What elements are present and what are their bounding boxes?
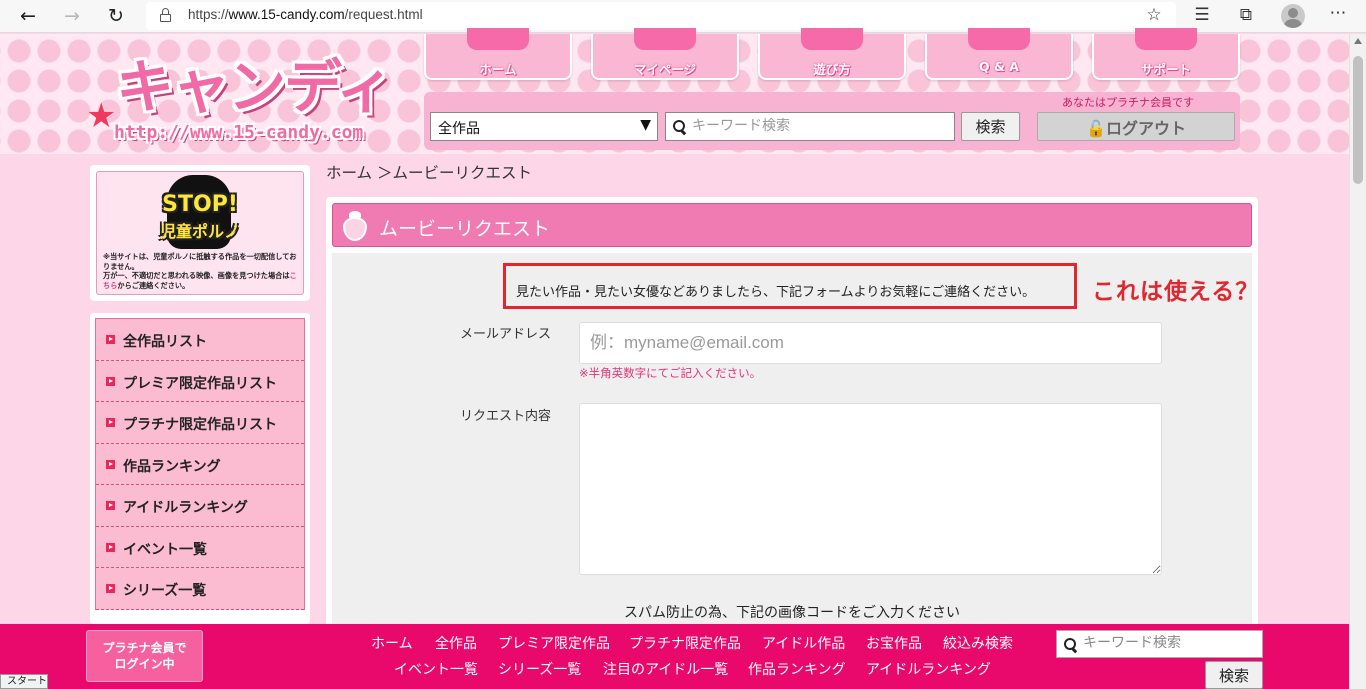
stop-banner-text: ※当サイトは、児童ポルノに抵触する作品を一切配信しておりません。 万が一、不適切…	[103, 252, 297, 290]
spam-note: スパム防止の為、下記の画像コードをご入力ください	[624, 605, 960, 621]
lock-icon[interactable]	[160, 8, 171, 22]
breadcrumb[interactable]: ホーム ＞ムービーリクエスト	[326, 161, 532, 183]
request-label: リクエスト内容	[460, 409, 552, 424]
home-icon	[467, 28, 529, 50]
login-status-badge[interactable]: プラチナ会員で ログイン中	[86, 630, 203, 682]
search-icon	[1064, 638, 1078, 652]
footer-link-all[interactable]: 全作品	[435, 633, 477, 653]
stop-banner[interactable]: STOP! 児童ポルノ ※当サイトは、児童ポルノに抵触する作品を一切配信しており…	[90, 165, 310, 301]
request-panel: ムービーリクエスト 見たい作品・見たい女優などありましたら、下記フォームよりお気…	[326, 197, 1258, 627]
search-icon	[673, 120, 687, 134]
search-button[interactable]: 検索	[961, 112, 1020, 141]
footer-link-premium[interactable]: プレミア限定作品	[498, 633, 610, 653]
footer-link-featured-idols[interactable]: 注目のアイドル一覧	[603, 659, 728, 679]
footer-link-idol-ranking[interactable]: アイドルランキング	[866, 659, 991, 679]
page-title-bar: ムービーリクエスト	[332, 203, 1252, 247]
collections-icon[interactable]: ⧉	[1233, 5, 1259, 25]
scroll-thumb[interactable]	[1353, 56, 1363, 184]
logout-button[interactable]: 🔓ログアウト	[1037, 112, 1235, 141]
footer-link-work-ranking[interactable]: 作品ランキング	[748, 659, 846, 679]
bullet-arrow-icon	[106, 584, 115, 593]
support-icon	[1135, 28, 1197, 50]
nav-howto[interactable]: 遊び方	[758, 28, 906, 80]
address-bar[interactable]: https://www.15-candy.com/request.html	[146, 2, 1176, 30]
footer-link-treasure[interactable]: お宝作品	[866, 633, 922, 653]
footer-link-series[interactable]: シリーズ一覧	[498, 659, 581, 679]
nav-mypage[interactable]: マイページ	[591, 28, 739, 80]
more-icon[interactable]: ⋯	[1325, 3, 1351, 23]
footer-search-input[interactable]	[1083, 631, 1258, 655]
star-icon: ★	[86, 96, 117, 136]
intro-text: 見たい作品・見たい女優などありましたら、下記フォームよりお気軽にご連絡ください。	[516, 285, 1036, 300]
url-text: https://www.15-candy.com/request.html	[188, 7, 423, 22]
start-button[interactable]: スタート	[0, 674, 48, 689]
nav-support[interactable]: サポート	[1092, 28, 1240, 80]
howto-icon	[801, 28, 863, 50]
sidebar-item-premium[interactable]: プレミア限定作品リスト	[96, 361, 304, 402]
footer-link-platinum[interactable]: プラチナ限定作品	[629, 633, 741, 653]
sidebar-item-series[interactable]: シリーズ一覧	[96, 568, 304, 610]
footer-link-events[interactable]: イベント一覧	[394, 659, 478, 679]
email-field[interactable]	[579, 322, 1162, 364]
site-header: キャンディ ★ http://www.15-candy.com ホーム マイペー…	[0, 28, 1349, 154]
keyword-search-field[interactable]	[665, 112, 955, 141]
favorite-add-icon[interactable]: ☆	[1141, 5, 1167, 25]
favorites-icon[interactable]: ☰	[1189, 5, 1215, 25]
bullet-arrow-icon	[106, 459, 115, 469]
bullet-arrow-icon	[106, 501, 115, 510]
sidebar-item-platinum[interactable]: プラチナ限定作品リスト	[96, 402, 304, 444]
sidebar-item-all-works[interactable]: 全作品リスト	[96, 319, 304, 361]
keyword-search-input[interactable]	[692, 113, 942, 138]
reload-icon[interactable]: ↻	[103, 4, 129, 28]
lock-open-icon: 🔓	[1086, 118, 1106, 138]
request-textarea[interactable]	[579, 403, 1162, 575]
nav-home[interactable]: ホーム	[424, 28, 572, 80]
request-form: 見たい作品・見たい女優などありましたら、下記フォームよりお気軽にご連絡ください。…	[332, 253, 1252, 627]
email-note: ※半角英数字にてご記入ください。	[579, 366, 762, 380]
sidebar-menu: 全作品リスト プレミア限定作品リスト プラチナ限定作品リスト 作品ランキング ア…	[90, 313, 310, 624]
footer-link-idol[interactable]: アイドル作品	[762, 633, 845, 653]
bullet-arrow-icon	[106, 376, 115, 386]
back-icon[interactable]: ←	[15, 4, 41, 28]
footer-link-home[interactable]: ホーム	[371, 633, 413, 653]
sidebar-item-work-ranking[interactable]: 作品ランキング	[96, 444, 304, 485]
header-search-bar: あなたはプラチナ会員です 全作品 ▼ 検索 🔓ログアウト	[424, 92, 1240, 150]
footer-bar: プラチナ会員で ログイン中 ホーム 全作品 プレミア限定作品 プラチナ限定作品 ア…	[0, 624, 1349, 689]
strawberry-icon	[341, 211, 369, 241]
email-label: メールアドレス	[460, 327, 552, 342]
footer-link-filter[interactable]: 絞込み検索	[943, 633, 1013, 653]
bullet-arrow-icon	[106, 418, 115, 427]
member-status: あなたはプラチナ会員です	[1062, 96, 1194, 109]
bullet-arrow-icon	[106, 542, 115, 552]
scroll-up-icon[interactable]	[1354, 38, 1362, 44]
profile-icon[interactable]	[1281, 4, 1305, 28]
footer-search-button[interactable]: 検索	[1205, 661, 1263, 689]
forward-icon[interactable]: →	[59, 4, 85, 28]
sidebar-item-idol-ranking[interactable]: アイドルランキング	[96, 485, 304, 527]
page-title: ムービーリクエスト	[379, 218, 551, 240]
qa-icon	[968, 28, 1030, 50]
nav-qa[interactable]: Q & A	[925, 28, 1073, 80]
sidebar-item-events[interactable]: イベント一覧	[96, 527, 304, 568]
category-select[interactable]: 全作品 ▼	[430, 112, 658, 141]
annotation-text: これは使える？	[1092, 279, 1260, 305]
footer-search-field[interactable]	[1056, 630, 1263, 658]
bullet-arrow-icon	[106, 335, 115, 344]
mypage-icon	[634, 28, 696, 50]
page-scrollbar[interactable]	[1349, 34, 1366, 689]
site-logo[interactable]: キャンディ ★ http://www.15-candy.com	[86, 34, 410, 154]
dropdown-triangle-icon: ▼	[640, 117, 651, 133]
